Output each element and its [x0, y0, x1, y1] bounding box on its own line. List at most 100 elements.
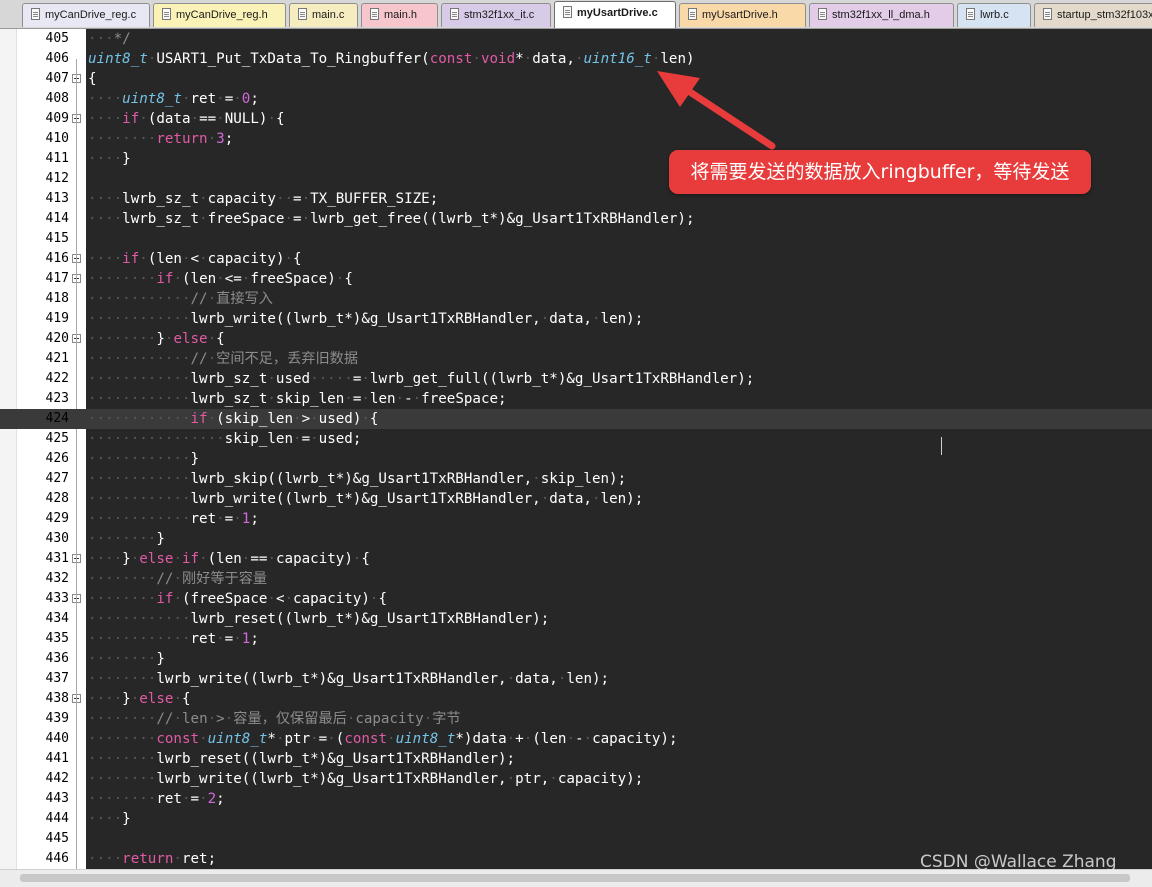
- code-text[interactable]: ····uint8_t·ret·=·0;: [88, 89, 259, 109]
- code-line[interactable]: 427 ············lwrb_skip((lwrb_t*)&g_Usa…: [0, 469, 1152, 489]
- line-number: 428: [45, 491, 69, 506]
- code-line[interactable]: 415: [0, 229, 1152, 249]
- code-line[interactable]: 419 ············lwrb_write((lwrb_t*)&g_Us…: [0, 309, 1152, 329]
- file-tab[interactable]: lwrb.c: [957, 3, 1031, 27]
- code-text[interactable]: ········if·(freeSpace·<·capacity)·{: [88, 589, 387, 609]
- code-text[interactable]: ········}: [88, 649, 165, 669]
- code-line[interactable]: 444 ····}: [0, 809, 1152, 829]
- code-text[interactable]: ············ret·=·1;: [88, 509, 259, 529]
- code-text[interactable]: ············ret·=·1;: [88, 629, 259, 649]
- code-line[interactable]: 438 ····}·else·{: [0, 689, 1152, 709]
- code-line[interactable]: 436 ········}: [0, 649, 1152, 669]
- code-text[interactable]: ············lwrb_skip((lwrb_t*)&g_Usart1…: [88, 469, 626, 489]
- code-line[interactable]: 430 ········}: [0, 529, 1152, 549]
- file-tab-label: stm32f1xx_ll_dma.h: [832, 9, 930, 21]
- code-line[interactable]: 431 ····}·else·if·(len·==·capacity)·{: [0, 549, 1152, 569]
- line-number: 440: [45, 731, 69, 746]
- code-line[interactable]: 416 ····if·(len·<·capacity)·{: [0, 249, 1152, 269]
- code-text[interactable]: ········ret·=·2;: [88, 789, 225, 809]
- code-line[interactable]: 445: [0, 829, 1152, 849]
- code-text[interactable]: ····}: [88, 149, 131, 169]
- code-line[interactable]: 429 ············ret·=·1;: [0, 509, 1152, 529]
- code-line[interactable]: 435 ············ret·=·1;: [0, 629, 1152, 649]
- code-line[interactable]: 424 ············if·(skip_len·>·used)·{: [0, 409, 1152, 429]
- code-text[interactable]: ········lwrb_write((lwrb_t*)&g_Usart1TxR…: [88, 769, 643, 789]
- line-number: 427: [45, 471, 69, 486]
- line-number: 441: [45, 751, 69, 766]
- scrollbar-thumb[interactable]: [20, 874, 1130, 882]
- code-text[interactable]: ········}·else·{: [88, 329, 225, 349]
- file-tab[interactable]: myUsartDrive.c: [554, 1, 676, 28]
- code-text[interactable]: ············//·直接写入: [88, 289, 273, 309]
- code-text[interactable]: ········const·uint8_t*·ptr·=·(const·uint…: [88, 729, 678, 749]
- file-tab[interactable]: main.c: [289, 3, 358, 27]
- code-text[interactable]: ········return·3;: [88, 129, 233, 149]
- code-text[interactable]: ····if·(len·<·capacity)·{: [88, 249, 302, 269]
- code-line[interactable]: 441 ········lwrb_reset((lwrb_t*)&g_Usart1…: [0, 749, 1152, 769]
- code-line[interactable]: 437 ········lwrb_write((lwrb_t*)&g_Usart1…: [0, 669, 1152, 689]
- code-text[interactable]: ····if·(data·==·NULL)·{: [88, 109, 285, 129]
- document-icon: [298, 8, 307, 20]
- code-line[interactable]: 443 ········ret·=·2;: [0, 789, 1152, 809]
- file-tab-label: myUsartDrive.c: [577, 7, 658, 19]
- code-text[interactable]: ····}·else·{: [88, 689, 191, 709]
- code-line[interactable]: 440 ········const·uint8_t*·ptr·=·(const·u…: [0, 729, 1152, 749]
- code-line[interactable]: 406 uint8_t·USART1_Put_TxData_To_Ringbuff…: [0, 49, 1152, 69]
- code-text[interactable]: ····}·else·if·(len·==·capacity)·{: [88, 549, 370, 569]
- code-text[interactable]: ····return·ret;: [88, 849, 216, 869]
- file-tab[interactable]: myCanDrive_reg.c: [22, 3, 150, 27]
- code-line[interactable]: 420 ········}·else·{: [0, 329, 1152, 349]
- code-line[interactable]: 442 ········lwrb_write((lwrb_t*)&g_Usart1…: [0, 769, 1152, 789]
- code-text[interactable]: ········//·刚好等于容量: [88, 569, 267, 589]
- code-text[interactable]: ········if·(len·<=·freeSpace)·{: [88, 269, 353, 289]
- file-tab[interactable]: stm32f1xx_ll_dma.h: [809, 3, 954, 27]
- code-text[interactable]: ····lwrb_sz_t·freeSpace·=·lwrb_get_free(…: [88, 209, 694, 229]
- code-text[interactable]: ········//·len·>·容量，仅保留最后·capacity·字节: [88, 709, 461, 729]
- code-text[interactable]: ············lwrb_write((lwrb_t*)&g_Usart…: [88, 309, 643, 329]
- code-text[interactable]: ············lwrb_reset((lwrb_t*)&g_Usart…: [88, 609, 549, 629]
- code-text[interactable]: uint8_t·USART1_Put_TxData_To_Ringbuffer(…: [88, 49, 695, 69]
- code-line[interactable]: 425 ················skip_len·=·used;: [0, 429, 1152, 449]
- code-line[interactable]: 417 ········if·(len·<=·freeSpace)·{: [0, 269, 1152, 289]
- code-line[interactable]: 426 ············}: [0, 449, 1152, 469]
- code-line[interactable]: 409 ····if·(data·==·NULL)·{: [0, 109, 1152, 129]
- code-text[interactable]: ············lwrb_write((lwrb_t*)&g_Usart…: [88, 489, 643, 509]
- line-number: 405: [45, 31, 69, 46]
- file-tab[interactable]: startup_stm32f103xe: [1034, 3, 1152, 27]
- code-line[interactable]: 434 ············lwrb_reset((lwrb_t*)&g_Us…: [0, 609, 1152, 629]
- code-text[interactable]: ············lwrb_sz_t·used·····=·lwrb_ge…: [88, 369, 754, 389]
- code-text[interactable]: ···*/: [88, 29, 131, 49]
- code-line[interactable]: 414 ····lwrb_sz_t·freeSpace·=·lwrb_get_fr…: [0, 209, 1152, 229]
- code-text[interactable]: ················skip_len·=·used;: [88, 429, 361, 449]
- code-line[interactable]: 423 ············lwrb_sz_t·skip_len·=·len·…: [0, 389, 1152, 409]
- code-line[interactable]: 418 ············//·直接写入: [0, 289, 1152, 309]
- line-number: 415: [45, 231, 69, 246]
- code-text[interactable]: ············}: [88, 449, 199, 469]
- code-line[interactable]: 408 ····uint8_t·ret·=·0;: [0, 89, 1152, 109]
- code-text[interactable]: ············if·(skip_len·>·used)·{: [88, 409, 378, 429]
- file-tab[interactable]: myUsartDrive.h: [679, 3, 806, 27]
- code-text[interactable]: ····lwrb_sz_t·capacity··=·TX_BUFFER_SIZE…: [88, 189, 438, 209]
- code-line[interactable]: 428 ············lwrb_write((lwrb_t*)&g_Us…: [0, 489, 1152, 509]
- code-text[interactable]: {: [88, 69, 97, 89]
- line-number: 411: [45, 151, 69, 166]
- code-line[interactable]: 407 {: [0, 69, 1152, 89]
- code-text[interactable]: ········lwrb_reset((lwrb_t*)&g_Usart1TxR…: [88, 749, 515, 769]
- code-line[interactable]: 432 ········//·刚好等于容量: [0, 569, 1152, 589]
- code-line[interactable]: 410 ········return·3;: [0, 129, 1152, 149]
- line-number: 409: [45, 111, 69, 126]
- code-text[interactable]: ············//·空间不足，丢弃旧数据: [88, 349, 358, 369]
- code-text[interactable]: ········lwrb_write((lwrb_t*)&g_Usart1TxR…: [88, 669, 609, 689]
- code-text[interactable]: ············lwrb_sz_t·skip_len·=·len·-·f…: [88, 389, 507, 409]
- code-text[interactable]: ····}: [88, 809, 131, 829]
- code-line[interactable]: 405 ···*/: [0, 29, 1152, 49]
- file-tab[interactable]: main.h: [361, 3, 438, 27]
- file-tab[interactable]: stm32f1xx_it.c: [441, 3, 551, 27]
- code-text[interactable]: ········}: [88, 529, 165, 549]
- code-line[interactable]: 433 ········if·(freeSpace·<·capacity)·{: [0, 589, 1152, 609]
- code-line[interactable]: 439 ········//·len·>·容量，仅保留最后·capacity·字节: [0, 709, 1152, 729]
- file-tab[interactable]: myCanDrive_reg.h: [153, 3, 286, 27]
- file-tab-label: stm32f1xx_it.c: [464, 9, 535, 21]
- code-line[interactable]: 422 ············lwrb_sz_t·used·····=·lwrb…: [0, 369, 1152, 389]
- code-line[interactable]: 421 ············//·空间不足，丢弃旧数据: [0, 349, 1152, 369]
